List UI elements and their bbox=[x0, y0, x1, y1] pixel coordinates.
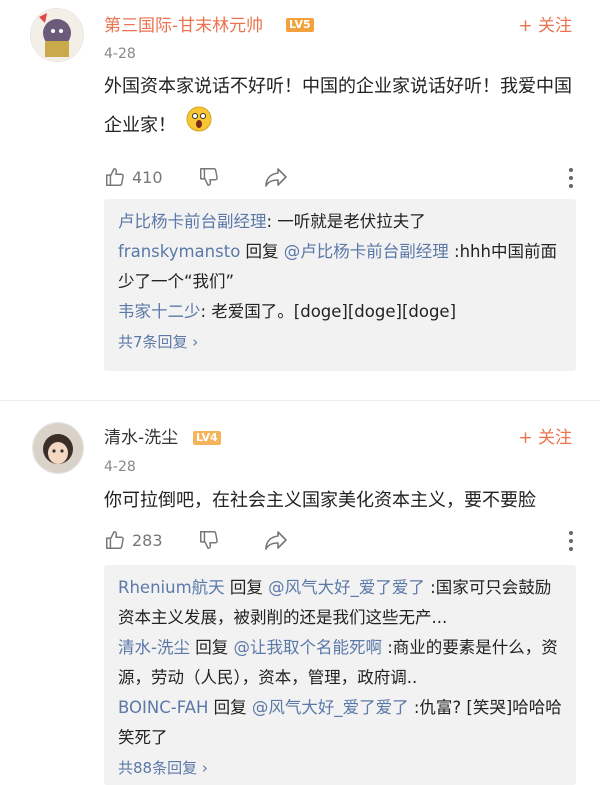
comment-text: 你可拉倒吧，在社会主义国家美化资本主义，要不要脸 bbox=[104, 482, 574, 520]
reply-mention[interactable]: @风气大好_爱了爱了 bbox=[268, 578, 425, 597]
thumbs-up-icon bbox=[106, 168, 124, 186]
dislike-button[interactable] bbox=[198, 166, 220, 188]
reply-word: 回复 bbox=[208, 698, 252, 717]
shocked-emoji-icon bbox=[186, 106, 212, 146]
share-arrow-icon bbox=[265, 168, 287, 187]
reply-box: Rhenium航天 回复 @风气大好_爱了爱了 :国家可只会鼓励资本主义发展，被… bbox=[104, 565, 576, 785]
avatar-image bbox=[31, 9, 83, 61]
comment-date: 4-28 bbox=[104, 46, 136, 62]
comment-text-content: 你可拉倒吧，在社会主义国家美化资本主义，要不要脸 bbox=[104, 490, 536, 511]
avatar[interactable] bbox=[30, 8, 84, 62]
reply-author[interactable]: franskymansto bbox=[118, 242, 240, 261]
like-button[interactable]: 283 bbox=[104, 529, 163, 551]
comment-date: 4-28 bbox=[104, 459, 136, 475]
username[interactable]: 清水-洗尘 bbox=[104, 428, 178, 448]
reply-author[interactable]: 卢比杨卡前台副经理 bbox=[118, 212, 267, 231]
reply-author[interactable]: Rhenium航天 bbox=[118, 578, 225, 597]
more-options-icon[interactable] bbox=[568, 531, 574, 555]
reply-item: 卢比杨卡前台副经理: 一听就是老伏拉夫了 bbox=[104, 207, 576, 237]
like-count: 410 bbox=[132, 167, 163, 187]
reply-box: 卢比杨卡前台副经理: 一听就是老伏拉夫了 franskymansto 回复 @卢… bbox=[104, 199, 576, 371]
reply-word: 回复 bbox=[224, 578, 269, 597]
reply-word: 回复 bbox=[240, 242, 284, 261]
comment-text: 外国资本家说话不好听！中国的企业家说话好听！我爱中国企业家！ bbox=[104, 68, 574, 146]
reply-word: 回复 bbox=[189, 638, 234, 657]
like-count: 283 bbox=[132, 530, 163, 550]
reply-item: 韦家十二少: 老爱国了。[doge][doge][doge] bbox=[104, 297, 576, 327]
thumbs-up-icon bbox=[106, 531, 124, 549]
reply-mention[interactable]: @风气大好_爱了爱了 bbox=[252, 698, 409, 717]
reply-item: Rhenium航天 回复 @风气大好_爱了爱了 :国家可只会鼓励资本主义发展，被… bbox=[104, 573, 576, 633]
comment-card: 第三国际-甘末林元帅 LV5 + 关注 4-28 外国资本家说话不好听！中国的企… bbox=[0, 0, 600, 392]
reply-item: franskymansto 回复 @卢比杨卡前台副经理 :hhh中国前面少了一个… bbox=[104, 237, 576, 297]
reply-text: : 一听就是老伏拉夫了 bbox=[266, 212, 426, 231]
level-badge: LV5 bbox=[286, 18, 314, 32]
reply-author[interactable]: 韦家十二少 bbox=[118, 302, 201, 321]
avatar-image bbox=[33, 423, 83, 473]
comment-actions: 410 bbox=[104, 166, 574, 190]
username[interactable]: 第三国际-甘末林元帅 bbox=[104, 16, 263, 36]
share-arrow-icon bbox=[265, 531, 287, 550]
comment-text-content: 外国资本家说话不好听！中国的企业家说话好听！我爱中国企业家！ bbox=[104, 76, 572, 136]
dislike-button[interactable] bbox=[198, 529, 220, 551]
reply-mention[interactable]: @卢比杨卡前台副经理 bbox=[284, 242, 449, 261]
level-badge: LV4 bbox=[193, 431, 221, 445]
thumbs-down-icon bbox=[200, 531, 218, 549]
view-all-replies-link[interactable]: 共7条回复 › bbox=[104, 327, 576, 357]
reply-mention[interactable]: @让我取个名能死啊 bbox=[233, 638, 382, 657]
comment-actions: 283 bbox=[104, 529, 574, 553]
reply-author[interactable]: 清水-洗尘 bbox=[118, 638, 190, 657]
like-button[interactable]: 410 bbox=[104, 166, 163, 188]
reply-item: BOINC-FAH 回复 @风气大好_爱了爱了 :仇富? [笑哭]哈哈哈笑死了 bbox=[104, 693, 576, 753]
follow-button[interactable]: + 关注 bbox=[518, 428, 572, 448]
reply-author[interactable]: BOINC-FAH bbox=[118, 698, 208, 717]
comment-card: 清水-洗尘 LV4 + 关注 4-28 你可拉倒吧，在社会主义国家美化资本主义，… bbox=[0, 400, 600, 785]
more-options-icon[interactable] bbox=[568, 168, 574, 192]
view-all-replies-link[interactable]: 共88条回复 › bbox=[104, 753, 576, 783]
reply-text: : 老爱国了。[doge][doge][doge] bbox=[200, 302, 457, 321]
follow-button[interactable]: + 关注 bbox=[518, 16, 572, 36]
share-button[interactable] bbox=[264, 529, 288, 551]
share-button[interactable] bbox=[264, 166, 288, 188]
avatar[interactable] bbox=[32, 422, 84, 474]
reply-item: 清水-洗尘 回复 @让我取个名能死啊 :商业的要素是什么，资源，劳动（人民），资… bbox=[104, 633, 576, 693]
thumbs-down-icon bbox=[200, 168, 218, 186]
